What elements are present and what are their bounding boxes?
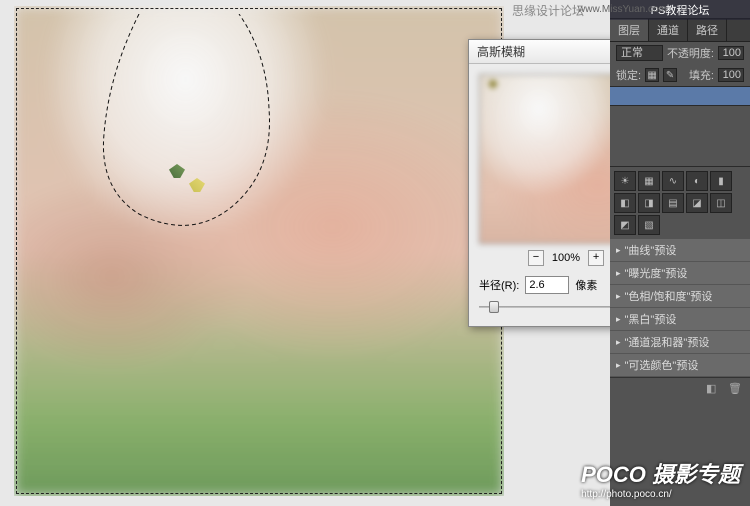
preset-channel-mixer[interactable]: "通道混和器"预设 xyxy=(610,331,750,354)
tab-paths[interactable]: 路径 xyxy=(688,19,727,41)
panel-menu-icon[interactable]: ◧ xyxy=(706,382,722,396)
threshold-icon[interactable]: ▧ xyxy=(638,215,660,235)
hue-saturation-icon[interactable]: ◧ xyxy=(614,193,636,213)
document-canvas[interactable] xyxy=(14,6,504,496)
radius-input[interactable]: 2.6 xyxy=(525,276,569,294)
brightness-icon[interactable]: ☀ xyxy=(614,171,636,191)
watermark-top-left-url: www.MissYuan.com xyxy=(578,4,667,15)
adjustments-icon-grid: ☀ ▦ ∿ ◐ ▮ ◧ ◨ ▤ ◪ ◫ ◩ ▧ xyxy=(610,167,750,239)
black-white-icon[interactable]: ◨ xyxy=(638,193,660,213)
lock-label: 锁定: xyxy=(616,67,641,83)
photo-filter-icon[interactable]: ▤ xyxy=(662,193,684,213)
preset-hue-saturation[interactable]: "色相/饱和度"预设 xyxy=(610,285,750,308)
curves-icon[interactable]: ∿ xyxy=(662,171,684,191)
fill-value[interactable]: 100 xyxy=(718,68,744,82)
selective-color-icon[interactable]: ◫ xyxy=(710,193,732,213)
watermark-bottom-right: POCO 摄影专题 http://photo.poco.cn/ xyxy=(581,457,740,500)
layer-row-selected[interactable] xyxy=(610,86,750,106)
lock-pixels-icon[interactable]: ✎ xyxy=(663,68,677,82)
opacity-label: 不透明度: xyxy=(667,45,714,61)
lasso-selection xyxy=(79,14,309,314)
right-panels: PS教程论坛 图层 通道 路径 正常 不透明度: 100 锁定: ▦ ✎ 填充:… xyxy=(610,0,750,506)
preview-content xyxy=(488,79,498,89)
radius-label: 半径(R): xyxy=(479,277,519,293)
zoom-out-button[interactable]: − xyxy=(528,250,544,266)
fill-label: 填充: xyxy=(689,67,714,83)
invert-icon[interactable]: ◩ xyxy=(614,215,636,235)
zoom-in-button[interactable]: + xyxy=(588,250,604,266)
trash-icon[interactable]: 🗑 xyxy=(728,382,744,396)
radius-unit: 像素 xyxy=(575,277,597,293)
slider-thumb[interactable] xyxy=(489,301,499,313)
blend-mode-select[interactable]: 正常 xyxy=(616,45,663,61)
watermark-top-left: 思缘设计论坛 xyxy=(512,2,584,19)
vibrance-icon[interactable]: ▮ xyxy=(710,171,732,191)
adjustment-presets-list: "曲线"预设 "曝光度"预设 "色相/饱和度"预设 "黑白"预设 "通道混和器"… xyxy=(610,239,750,377)
opacity-value[interactable]: 100 xyxy=(718,46,744,60)
preset-black-white[interactable]: "黑白"预设 xyxy=(610,308,750,331)
zoom-percent: 100% xyxy=(552,252,580,264)
exposure-icon[interactable]: ◐ xyxy=(686,171,708,191)
tab-layers[interactable]: 图层 xyxy=(610,19,649,41)
levels-icon[interactable]: ▦ xyxy=(638,171,660,191)
tab-channels[interactable]: 通道 xyxy=(649,19,688,41)
layers-panel-tabs: 图层 通道 路径 xyxy=(610,19,750,42)
preset-curves[interactable]: "曲线"预设 xyxy=(610,239,750,262)
preset-selective-color[interactable]: "可选颜色"预设 xyxy=(610,354,750,377)
preset-exposure[interactable]: "曝光度"预设 xyxy=(610,262,750,285)
lock-transparency-icon[interactable]: ▦ xyxy=(645,68,659,82)
channel-mixer-icon[interactable]: ◪ xyxy=(686,193,708,213)
